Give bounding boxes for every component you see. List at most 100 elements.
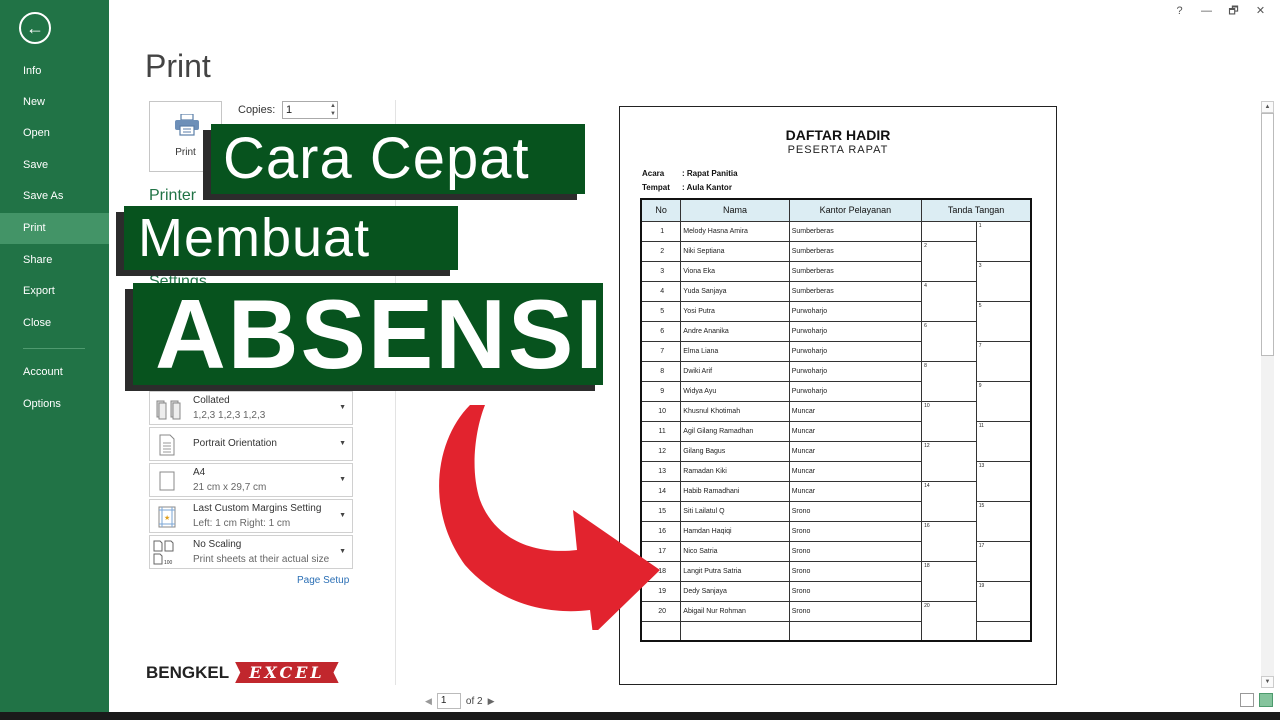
cell-nama: Yuda Sanjaya (680, 280, 790, 302)
cell-nama: Khusnul Khotimah (680, 400, 790, 422)
cell-nama: Yosi Putra (680, 300, 790, 322)
paper-size-label: A4 (193, 467, 206, 478)
close-icon[interactable]: ✕ (1247, 2, 1274, 20)
page-total: of 2 (465, 695, 483, 707)
signature-cell: 16 (921, 520, 977, 562)
meta-tempat: Tempat: Aula Kantor (642, 183, 732, 192)
logo-text-right: EXCEL (235, 662, 339, 683)
paper-size-dropdown[interactable]: A4 21 cm x 29,7 cm ▼ (149, 463, 353, 497)
signature-cell: 14 (921, 480, 977, 522)
sidebar-item-close[interactable]: Close (0, 308, 109, 339)
sidebar-item-open[interactable]: Open (0, 118, 109, 149)
cell-kantor: Purwoharjo (788, 360, 922, 382)
sidebar-item-account[interactable]: Account (0, 357, 109, 388)
sidebar-item-share[interactable]: Share (0, 245, 109, 276)
cell-kantor: Purwoharjo (788, 300, 922, 322)
table-row: 20 Abigail Nur Rohman Srono 20 (640, 600, 1031, 642)
signature-cell: 3 (975, 260, 1031, 302)
margins-dropdown[interactable]: ★ Last Custom Margins Setting Left: 1 cm… (149, 499, 353, 533)
table-row: 8 Dwiki Arif Purwoharjo 8 (640, 360, 1031, 402)
excel-print-backstage: ← Info New Open Save Save As Print Share Export… (0, 0, 1280, 720)
scaling-label: No Scaling (193, 539, 242, 550)
scaling-detail: Print sheets at their actual size (193, 554, 330, 565)
cell-kantor: Muncar (788, 400, 922, 422)
cell-kantor: Sumberberas (788, 280, 922, 302)
sidebar-item-print[interactable]: Print (0, 213, 109, 244)
signature-cell: 12 (921, 440, 977, 482)
collation-label: Collated (193, 395, 230, 406)
sidebar-item-new[interactable]: New (0, 87, 109, 118)
orientation-label: Portrait Orientation (193, 438, 277, 449)
signature-cell: 17 (975, 540, 1031, 582)
signature-cell: 20 (921, 600, 977, 642)
svg-text:100: 100 (164, 560, 173, 566)
column-header-no: No (640, 198, 682, 222)
table-row: 2 Niki Septiana Sumberberas 2 (640, 240, 1031, 282)
document-title: DAFTAR HADIR (785, 127, 891, 143)
signature-cell: 5 (975, 300, 1031, 342)
cell-no: 9 (640, 380, 681, 402)
scaling-dropdown[interactable]: 100 No Scaling Print sheets at their act… (149, 535, 353, 569)
portrait-orientation-icon (159, 434, 175, 456)
cell-nama: Dedy Sanjaya (680, 580, 790, 602)
cell-nama: Dwiki Arif (680, 360, 790, 382)
printer-icon (175, 114, 199, 136)
chevron-down-icon: ▼ (339, 404, 346, 411)
signature-cell: 2 (921, 240, 977, 282)
sidebar-item-export[interactable]: Export (0, 276, 109, 307)
signature-cell: 15 (975, 500, 1031, 542)
meta-acara: Acara: Rapat Panitia (642, 169, 738, 178)
cell-no: 6 (640, 320, 681, 342)
sidebar-item-save[interactable]: Save (0, 150, 109, 181)
next-page-icon[interactable]: ▶ (488, 696, 495, 707)
sidebar-item-info[interactable]: Info (0, 56, 109, 87)
column-header-nama: Nama (680, 198, 790, 222)
zoom-to-page-icon[interactable] (1259, 693, 1273, 707)
margins-label: Last Custom Margins Setting (193, 503, 322, 514)
signature-cell: 19 (975, 580, 1031, 622)
scroll-up-icon[interactable]: ▲ (1261, 101, 1274, 113)
page-setup-link[interactable]: Page Setup (297, 575, 349, 586)
cell-no: 8 (640, 360, 681, 382)
copies-input[interactable]: 1 ▲ ▼ (282, 101, 338, 119)
margins-detail: Left: 1 cm Right: 1 cm (193, 518, 291, 529)
page-title: Print (145, 48, 211, 84)
signature-cell: 9 (975, 380, 1031, 422)
orientation-dropdown[interactable]: Portrait Orientation ▼ (149, 427, 353, 461)
back-arrow-icon[interactable]: ← (19, 12, 51, 44)
sidebar-item-save-as[interactable]: Save As (0, 181, 109, 212)
scroll-down-icon[interactable]: ▼ (1261, 676, 1274, 688)
previous-page-icon[interactable]: ◀ (425, 696, 432, 707)
cell-kantor: Muncar (788, 440, 922, 462)
red-curved-arrow (439, 405, 660, 630)
signature-cell: 10 (921, 400, 977, 442)
cell-kantor: Sumberberas (788, 220, 922, 242)
minimize-icon[interactable]: — (1193, 2, 1220, 20)
cell-kantor: Muncar (788, 480, 922, 502)
table-row: 18 Langit Putra Satria Srono 18 (640, 560, 1031, 602)
title-line1: Cara Cepat (223, 126, 530, 191)
page-number-input[interactable]: 1 (436, 693, 461, 709)
table-row: 16 Hamdan Haqiqi Srono 16 (640, 520, 1031, 562)
sidebar-item-options[interactable]: Options (0, 389, 109, 420)
cell-nama: Abigail Nur Rohman (680, 600, 790, 622)
signature-cell (975, 620, 1031, 642)
cell-nama: Ramadan Kiki (680, 460, 790, 482)
cell-kantor: Srono (788, 540, 922, 562)
help-icon[interactable]: ? (1166, 2, 1193, 20)
caption-strip (0, 712, 1280, 720)
show-margins-icon[interactable] (1240, 693, 1254, 707)
cell-nama: Niki Septiana (680, 240, 790, 262)
signature-cell: 7 (975, 340, 1031, 382)
collation-dropdown[interactable]: Collated 1,2,3 1,2,3 1,2,3 ▼ (149, 391, 353, 425)
cell-kantor: Sumberberas (788, 240, 922, 262)
scrollbar-thumb[interactable] (1261, 113, 1274, 356)
copies-spinner-icon[interactable]: ▲ ▼ (330, 102, 336, 118)
meta-key: Tempat (642, 183, 670, 192)
print-preview-page: DAFTAR HADIR PESERTA RAPAT Acara: Rapat … (619, 106, 1057, 685)
bengkel-excel-logo: BENGKEL EXCEL (146, 662, 339, 683)
cell-kantor: Sumberberas (788, 260, 922, 282)
restore-icon[interactable]: 🗗 (1220, 2, 1247, 20)
cell-kantor: Srono (788, 580, 922, 602)
preview-scrollbar[interactable]: ▲ ▼ (1261, 101, 1274, 688)
